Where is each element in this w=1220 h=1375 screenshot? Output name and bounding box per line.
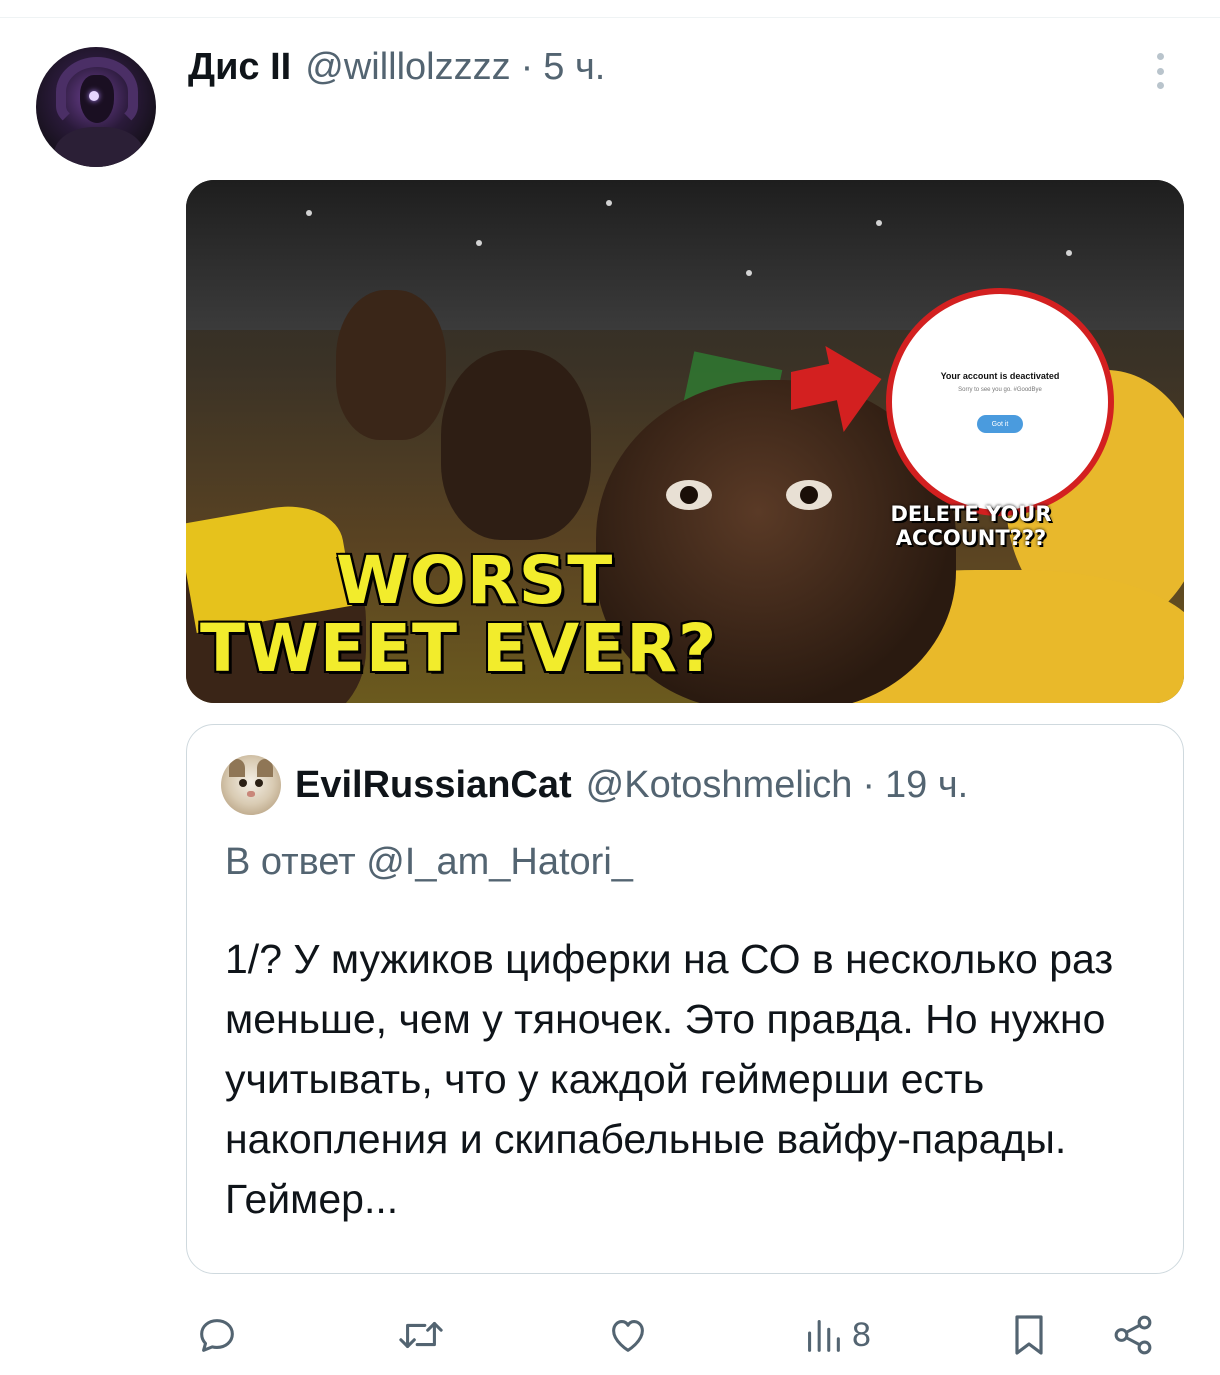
views-button[interactable]: 8 (802, 1305, 871, 1365)
reply-button[interactable] (194, 1305, 240, 1365)
action-bar: 8 (0, 1305, 1220, 1365)
cat-eye (239, 779, 247, 787)
media-eye (666, 480, 712, 510)
media-light (746, 270, 752, 276)
quoted-tweet-card[interactable]: EvilRussianCat @Kotoshmelich · 19 ч. В о… (186, 724, 1184, 1274)
overlay-button: Got it (977, 415, 1023, 433)
author-avatar[interactable] (36, 47, 156, 167)
media-light (306, 210, 312, 216)
post-time[interactable]: 5 ч. (543, 46, 605, 89)
media-light (606, 200, 612, 206)
post-media-image[interactable]: Your account is deactivated Sorry to see… (186, 180, 1184, 703)
retweet-icon (399, 1321, 443, 1349)
views-icon (808, 1320, 840, 1352)
media-light (476, 240, 482, 246)
caption-worst: WORST (336, 542, 614, 619)
quoted-tweet-header: EvilRussianCat @Kotoshmelich · 19 ч. (221, 755, 968, 815)
cat-eye (255, 779, 263, 787)
media-person (441, 350, 591, 540)
like-button[interactable] (604, 1305, 652, 1365)
quoted-header-separator: · (862, 763, 875, 806)
quoted-author-avatar[interactable] (221, 755, 281, 815)
top-divider (0, 17, 1220, 18)
post-header: Дис II @willlolzzzz · 5 ч. (188, 46, 605, 96)
cat-nose (247, 791, 255, 797)
quoted-post-time[interactable]: 19 ч. (885, 764, 968, 807)
bookmark-button[interactable] (1008, 1305, 1050, 1365)
share-icon (1114, 1315, 1152, 1355)
overlay-subtitle: Sorry to see you go. #GoodBye (958, 387, 1042, 393)
quoted-author-name[interactable]: EvilRussianCat (295, 764, 572, 807)
avatar-eye (89, 91, 99, 101)
reply-context: В ответ @I_am_Hatori_ (225, 841, 633, 884)
cat-ear (229, 759, 245, 777)
media-light (1066, 250, 1072, 256)
deactivated-dialog-circle: Your account is deactivated Sorry to see… (886, 288, 1114, 516)
quoted-author-handle[interactable]: @Kotoshmelich (586, 764, 853, 807)
media-light (876, 220, 882, 226)
like-icon (612, 1320, 644, 1352)
share-button[interactable] (1110, 1305, 1156, 1365)
more-options-icon[interactable] (1146, 50, 1174, 92)
author-name[interactable]: Дис II (188, 46, 291, 89)
author-handle[interactable]: @willlolzzzz (305, 46, 510, 89)
reply-icon (200, 1319, 234, 1352)
caption-tweet-ever: TWEET EVER? (200, 610, 718, 687)
media-person (336, 290, 446, 440)
reply-mention[interactable]: @I_am_Hatori_ (366, 841, 633, 883)
bookmark-icon (1015, 1315, 1043, 1355)
retweet-button[interactable] (396, 1305, 446, 1365)
overlay-title: Your account is deactivated (940, 371, 1060, 381)
reply-prefix: В ответ (225, 841, 356, 883)
cat-ear (257, 759, 273, 777)
avatar-body (54, 127, 144, 167)
header-separator: · (520, 46, 534, 88)
caption-delete-account: DELETE YOUR ACCOUNT??? (890, 502, 1052, 550)
quoted-tweet-text: 1/? У мужиков циферки на СО в несколько … (225, 936, 1114, 1222)
views-count: 8 (852, 1315, 871, 1354)
